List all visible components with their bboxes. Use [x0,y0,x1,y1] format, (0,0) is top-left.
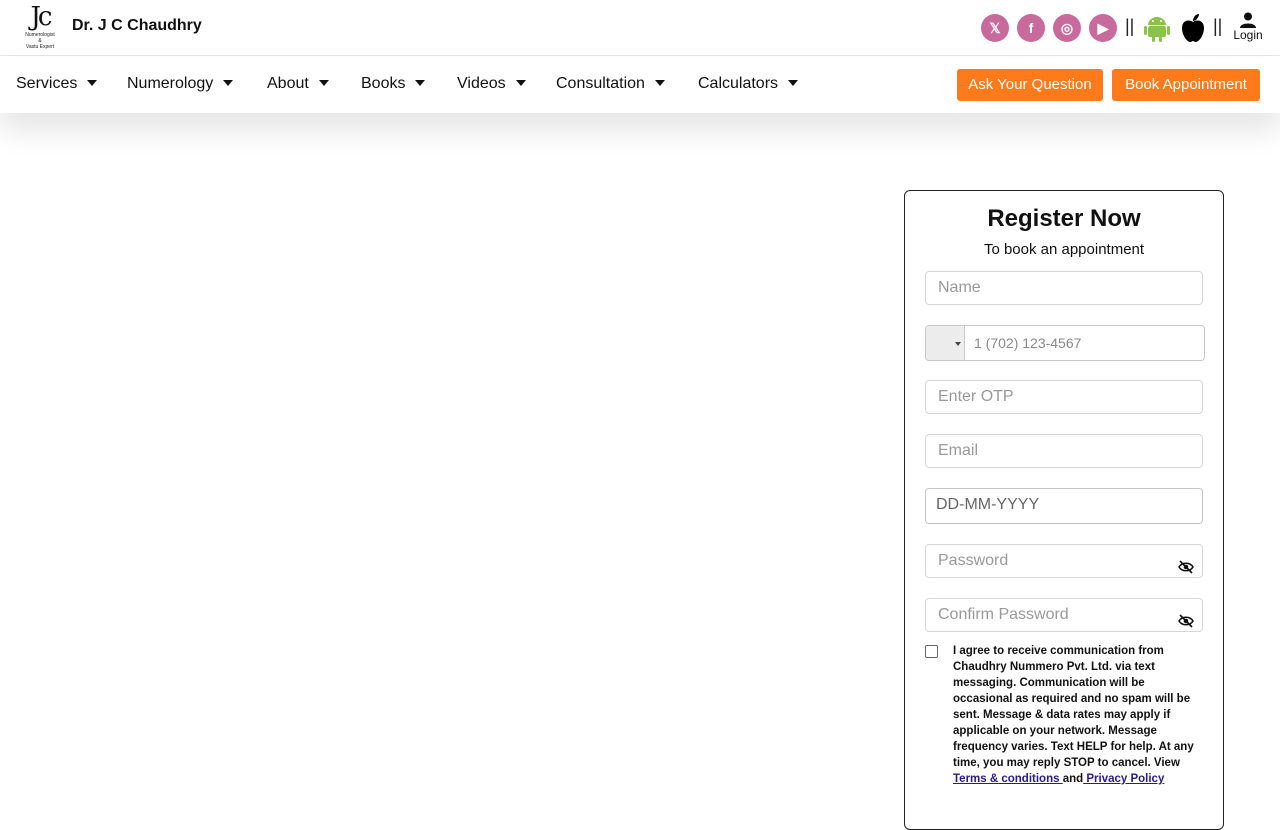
nav-videos-label: Videos [457,75,506,92]
login-button[interactable]: Login [1232,12,1264,42]
caret-down-icon [415,80,426,86]
nav-books-label: Books [361,75,406,92]
nav-consultation-label: Consultation [556,75,645,92]
separator: || [1125,16,1135,36]
x-twitter-icon[interactable]: 𝕏 [981,14,1009,42]
caret-down-icon [87,80,98,86]
eye-slash-icon[interactable] [1178,554,1194,586]
nav-calculators-label: Calculators [698,75,779,92]
otp-field[interactable]: Enter OTP [925,380,1203,414]
eye-slash-icon[interactable] [1178,608,1194,640]
register-subtitle: To book an appointment [983,241,1145,258]
nav-calculators[interactable]: Calculators [698,75,799,93]
email-field[interactable]: Email [925,434,1203,468]
caret-down-icon [318,80,329,86]
nav-about[interactable]: About [267,75,329,93]
logo[interactable]: Jc Numerologist & Vastu Expert [20,2,60,54]
consent-text: I agree to receive communication from Ch… [953,643,1205,787]
confirm-password-field[interactable]: Confirm Password [925,598,1203,632]
main-nav: Services Numerology About Books Videos C… [0,57,1280,113]
password-placeholder: Password [938,552,1009,569]
nav-numerology-label: Numerology [127,75,214,92]
logo-monogram: Jc [30,2,53,32]
brand-name[interactable]: Dr. J C Chaudhry [72,17,202,35]
facebook-icon[interactable]: f [1017,14,1045,42]
book-appointment-button[interactable]: Book Appointment [1112,69,1260,101]
nav-consultation[interactable]: Consultation [556,75,665,93]
phone-field[interactable]: 1 (702) 123-4567 [925,325,1205,361]
privacy-link[interactable]: Privacy Policy [1083,773,1164,785]
caret-down-icon [955,342,961,346]
password-field[interactable]: Password [925,544,1203,578]
separator: || [1213,16,1223,36]
dob-field[interactable]: DD-MM-YYYY [925,488,1203,524]
nav-books[interactable]: Books [361,75,426,93]
login-label: Login [1233,28,1263,42]
phone-input[interactable]: 1 (702) 123-4567 [974,326,1081,360]
user-icon [1240,12,1256,28]
nav-services-label: Services [16,75,78,92]
caret-down-icon [223,80,234,86]
android-icon[interactable] [1144,14,1170,47]
consent-body: I agree to receive communication from Ch… [953,645,1194,769]
nav-numerology[interactable]: Numerology [127,75,234,93]
register-card: Register Now To book an appointment Name… [904,190,1224,830]
nav-videos[interactable]: Videos [457,75,526,93]
register-title: Register Now [987,205,1141,232]
country-code-select[interactable] [926,326,965,360]
apple-icon[interactable] [1180,13,1206,48]
instagram-icon[interactable]: ◎ [1053,14,1081,42]
nav-services[interactable]: Services [16,75,98,93]
ask-question-button[interactable]: Ask Your Question [957,69,1103,101]
name-field[interactable]: Name [925,271,1203,305]
caret-down-icon [788,80,799,86]
consent-checkbox[interactable] [925,645,938,658]
top-bar: Jc Numerologist & Vastu Expert Dr. J C C… [0,0,1280,56]
caret-down-icon [515,80,526,86]
youtube-icon[interactable]: ▶ [1089,14,1117,42]
nav-about-label: About [267,75,309,92]
caret-down-icon [654,80,665,86]
terms-link[interactable]: Terms & conditions [953,773,1063,785]
logo-subtitle-line-3: Vastu Expert [25,44,55,50]
consent-and: and [1062,773,1084,785]
confirm-password-placeholder: Confirm Password [938,606,1069,623]
